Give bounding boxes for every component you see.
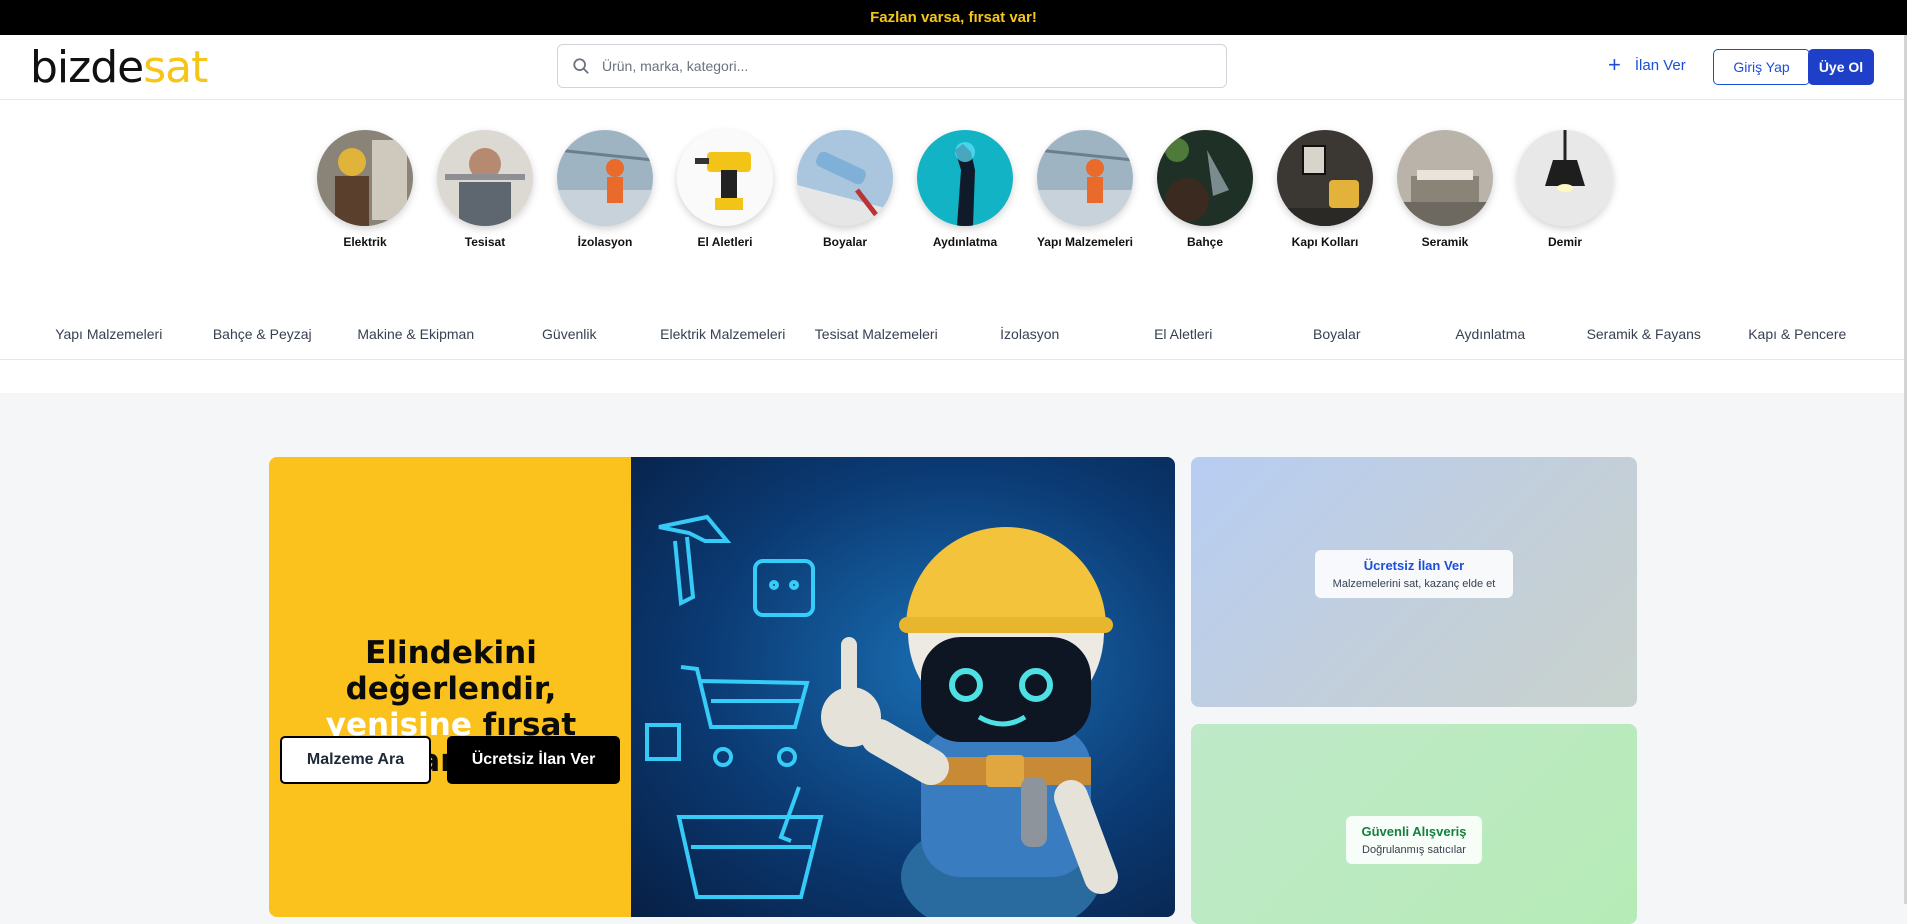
category-demir[interactable]: Demir	[1505, 130, 1625, 249]
category-label: Tesisat	[464, 235, 506, 249]
plus-icon: +	[1608, 52, 1621, 77]
category-aydinlatma[interactable]: Aydınlatma	[905, 130, 1025, 249]
category-image	[1397, 130, 1493, 226]
category-label: Bahçe	[1186, 235, 1224, 249]
logo-text-main: bizde	[30, 42, 144, 93]
nav-item[interactable]: Seramik & Fayans	[1567, 322, 1721, 359]
promo-subtitle: Doğrulanmış satıcılar	[1362, 844, 1466, 856]
category-nav: Yapı Malzemeleri Bahçe & Peyzaj Makine &…	[0, 322, 1907, 360]
category-el-aletleri[interactable]: El Aletleri	[665, 130, 785, 249]
nav-item[interactable]: Aydınlatma	[1414, 322, 1568, 359]
promo-title: Ücretsiz İlan Ver	[1363, 558, 1465, 573]
category-image	[797, 130, 893, 226]
category-izolasyon[interactable]: İzolasyon	[545, 130, 665, 249]
nav-item[interactable]: Yapı Malzemeleri	[32, 322, 186, 359]
category-label: Demir	[1547, 235, 1582, 249]
register-button[interactable]: Üye Ol	[1808, 49, 1874, 85]
search-materials-button[interactable]: Malzeme Ara	[280, 736, 431, 784]
robot-worker-illustration	[645, 514, 1118, 917]
promo-badge: Ücretsiz İlan Ver Malzemelerini sat, kaz…	[1315, 550, 1513, 598]
category-image	[677, 130, 773, 226]
announcement-bar: Fazlan varsa, fırsat var!	[0, 0, 1907, 35]
category-yapi-malzemeleri[interactable]: Yapı Malzemeleri	[1025, 130, 1145, 249]
category-elektrik[interactable]: Elektrik	[305, 130, 425, 249]
category-image	[557, 130, 653, 226]
category-boyalar[interactable]: Boyalar	[785, 130, 905, 249]
category-kapi-kollari[interactable]: Kapı Kolları	[1265, 130, 1385, 249]
category-label: Aydınlatma	[932, 235, 998, 249]
category-bahce[interactable]: Bahçe	[1145, 130, 1265, 249]
nav-item[interactable]: El Aletleri	[1107, 322, 1261, 359]
nav-item[interactable]: Bahçe & Peyzaj	[186, 322, 340, 359]
category-label: İzolasyon	[577, 235, 633, 249]
category-label: Boyalar	[822, 235, 868, 249]
hero-banner: Elindekini değerlendir, yenisine fırsat …	[269, 457, 1175, 917]
category-section: Elektrik Tesisat İzolasyon El Aletleri B…	[0, 100, 1907, 393]
nav-item[interactable]: Kapı & Pencere	[1721, 322, 1875, 359]
logo-text-accent: sat	[143, 42, 208, 93]
nav-item[interactable]: Tesisat Malzemeleri	[800, 322, 954, 359]
category-image	[1517, 130, 1613, 226]
search-input[interactable]	[600, 57, 1184, 75]
logo[interactable]: bizdesat	[30, 42, 208, 93]
hero-text-panel: Elindekini değerlendir, yenisine fırsat …	[269, 457, 631, 917]
search-box[interactable]	[557, 44, 1227, 88]
promo-card-secure-shopping[interactable]: Güvenli Alışveriş Doğrulanmış satıcılar	[1191, 724, 1637, 924]
category-image	[1277, 130, 1373, 226]
post-ad-link[interactable]: + İlan Ver	[1608, 52, 1686, 77]
hero-title-line1: Elindekini değerlendir,	[345, 635, 557, 707]
category-image	[1037, 130, 1133, 226]
promo-card-free-ad[interactable]: Ücretsiz İlan Ver Malzemelerini sat, kaz…	[1191, 457, 1637, 707]
category-label: El Aletleri	[697, 235, 753, 249]
nav-item[interactable]: İzolasyon	[953, 322, 1107, 359]
free-ad-button[interactable]: Ücretsiz İlan Ver	[447, 736, 620, 784]
category-image	[1157, 130, 1253, 226]
promo-title: Güvenli Alışveriş	[1361, 824, 1467, 839]
header: bizdesat + İlan Ver Giriş Yap Üye Ol	[0, 35, 1907, 100]
login-button[interactable]: Giriş Yap	[1713, 49, 1810, 85]
category-circles: Elektrik Tesisat İzolasyon El Aletleri B…	[305, 130, 1625, 249]
nav-item[interactable]: Güvenlik	[493, 322, 647, 359]
category-label: Elektrik	[343, 235, 387, 249]
category-image	[437, 130, 533, 226]
promo-badge: Güvenli Alışveriş Doğrulanmış satıcılar	[1346, 816, 1482, 864]
nav-item[interactable]: Elektrik Malzemeleri	[646, 322, 800, 359]
category-image	[917, 130, 1013, 226]
nav-item[interactable]: Makine & Ekipman	[339, 322, 493, 359]
announcement-text: Fazlan varsa, fırsat var!	[870, 9, 1037, 26]
category-tesisat[interactable]: Tesisat	[425, 130, 545, 249]
category-seramik[interactable]: Seramik	[1385, 130, 1505, 249]
category-label: Seramik	[1421, 235, 1469, 249]
promo-subtitle: Malzemelerini sat, kazanç elde et	[1332, 578, 1496, 590]
nav-item[interactable]: Boyalar	[1260, 322, 1414, 359]
search-icon	[573, 58, 589, 74]
category-label: Yapı Malzemeleri	[1036, 235, 1134, 249]
hero-illustration	[631, 457, 1175, 917]
category-image	[317, 130, 413, 226]
category-label: Kapı Kolları	[1291, 235, 1359, 249]
post-ad-label: İlan Ver	[1634, 56, 1686, 74]
